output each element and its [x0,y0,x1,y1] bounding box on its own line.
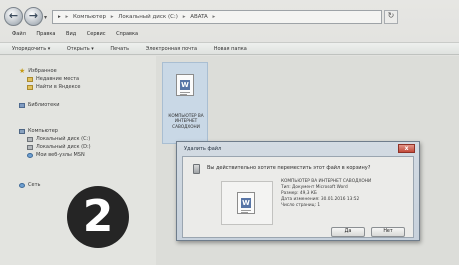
dialog-body: Вы действительно хотите переместить этот… [182,156,414,238]
menu-help[interactable]: Справка [116,31,138,37]
star-icon: ★ [19,66,26,75]
step-number-badge: 2 [67,186,129,248]
address-bar-area: ← → ▾ ▸ ▸ Компьютер ▸ Локальный диск (C:… [0,5,459,29]
nav-recent[interactable]: Недавние места [27,76,79,82]
nav-msn[interactable]: Мои веб-узлы MSN [27,152,85,158]
file-preview: W [221,181,273,225]
dialog-title: Удалить файл [184,146,222,152]
file-name-label: КОМПЬЮТЕР ВА ИНТЕРНЕТ САВОДХОНИ [168,113,204,129]
nav-network-label: Сеть [28,182,41,188]
nav-favorites-label: Избранное [28,68,57,74]
refresh-icon[interactable]: ↻ [384,10,398,24]
organize-button[interactable]: Упорядочить ▾ [12,46,50,52]
file-item-selected[interactable]: W КОМПЬЮТЕР ВА ИНТЕРНЕТ САВОДХОНИ [162,62,208,144]
close-icon[interactable]: x [398,144,415,153]
disk-icon [27,136,33,142]
print-button[interactable]: Печать [110,46,129,52]
library-icon [19,102,25,108]
breadcrumb-abata[interactable]: ABATA [190,14,208,20]
file-info-pages: Число страниц: 1 [281,203,321,208]
nav-disk-c-label: Локальный диск (C:) [36,136,91,142]
forward-button[interactable]: → [24,7,43,26]
word-document-icon: W [237,192,255,214]
explorer-window: ← → ▾ ▸ ▸ Компьютер ▸ Локальный диск (C:… [0,0,459,265]
menu-tools[interactable]: Сервис [87,31,106,37]
nav-recent-label: Недавние места [36,76,80,82]
nav-yandex[interactable]: Найти в Яндексе [27,84,80,90]
recycle-bin-icon [193,164,200,174]
history-dropdown-icon[interactable]: ▾ [44,14,47,21]
address-bar[interactable]: ▸ ▸ Компьютер ▸ Локальный диск (C:) ▸ AB… [52,10,382,24]
nav-libraries-label: Библиотеки [28,102,60,108]
command-toolbar: Упорядочить ▾ Открыть ▾ Печать Электронн… [0,42,459,55]
forward-arrow-icon: → [28,9,39,22]
delete-file-dialog: Удалить файл x Вы действительно хотите п… [176,141,420,241]
nav-disk-c[interactable]: Локальный диск (C:) [27,136,90,142]
breadcrumb-computer[interactable]: Компьютер [73,14,106,20]
nav-disk-d-label: Локальный диск (D:) [36,144,91,150]
nav-computer[interactable]: Компьютер [19,128,58,134]
computer-icon [19,128,25,134]
back-button[interactable]: ← [4,7,23,26]
nav-favorites[interactable]: ★ Избранное [19,66,57,75]
nav-yandex-label: Найти в Яндексе [36,84,81,90]
folder-icon [27,84,33,90]
file-info: КОМПЬЮТЕР ВА ИНТЕРНЕТ САВОДХОНИ Тип: Док… [281,179,371,209]
email-button[interactable]: Электронная почта [146,46,197,52]
menu-bar: Файл Правка Вид Сервис Справка [0,31,459,41]
folder-icon [27,76,33,82]
step-number: 2 [82,191,114,242]
menu-file[interactable]: Файл [12,31,26,37]
yes-button[interactable]: Да [331,227,365,237]
no-button[interactable]: Нет [371,227,405,237]
dialog-question: Вы действительно хотите переместить этот… [207,165,371,171]
menu-edit[interactable]: Правка [36,31,55,37]
nav-computer-label: Компьютер [28,128,58,134]
back-arrow-icon: ← [8,9,19,22]
disk-icon [27,144,33,150]
nav-msn-label: Мои веб-узлы MSN [36,152,85,158]
globe-icon [27,152,33,158]
network-icon [19,182,25,188]
folder-icon: ▸ [58,14,61,20]
nav-network[interactable]: Сеть [19,182,40,188]
open-button[interactable]: Открыть ▾ [67,46,94,52]
new-folder-button[interactable]: Новая папка [214,46,247,52]
nav-libraries[interactable]: Библиотеки [19,102,60,108]
nav-disk-d[interactable]: Локальный диск (D:) [27,144,91,150]
word-document-icon: W [176,74,194,96]
breadcrumb-disk-c[interactable]: Локальный диск (C:) [118,14,178,20]
menu-view[interactable]: Вид [66,31,76,37]
